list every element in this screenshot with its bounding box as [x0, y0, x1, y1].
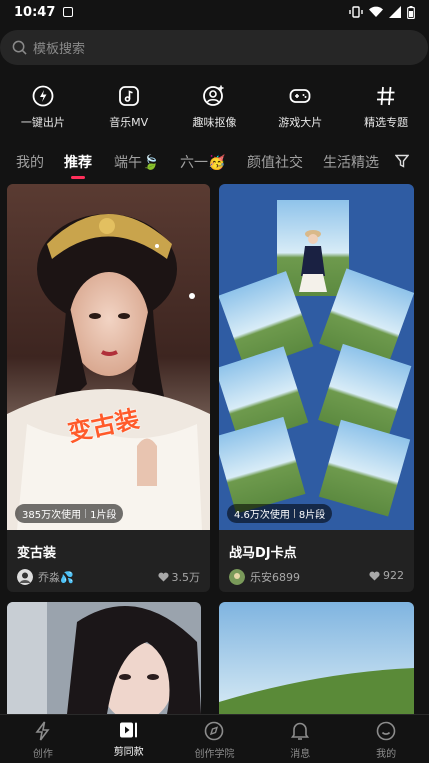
active-tab-indicator — [71, 176, 85, 179]
nav-templates[interactable]: 剪同款 — [86, 715, 172, 763]
compass-icon — [205, 721, 224, 741]
quick-featured-topics[interactable]: 精选专题 — [343, 84, 429, 132]
usage-badge: 4.6万次使用 8片段 — [227, 504, 333, 523]
wifi-icon — [369, 6, 383, 18]
template-thumbnail — [7, 602, 201, 714]
usage-count: 4.6万次使用 — [234, 510, 290, 521]
usage-count: 385万次使用 — [22, 510, 82, 521]
nav-label: 创作 — [32, 749, 53, 760]
battery-icon — [407, 5, 415, 19]
vibrate-icon — [349, 6, 363, 18]
quick-music-mv[interactable]: 音乐MV — [86, 84, 172, 132]
smile-icon — [376, 721, 396, 741]
avatar — [17, 569, 33, 585]
music-note-icon — [118, 86, 139, 106]
nav-create[interactable]: 创作 — [0, 715, 86, 763]
heart-icon — [369, 571, 380, 581]
tab-recommended[interactable]: 推荐 — [64, 152, 92, 172]
lightning-circle-icon — [32, 85, 54, 107]
lightning-icon — [35, 721, 50, 741]
template-thumbnail — [7, 184, 210, 530]
template-card[interactable] — [7, 602, 201, 714]
likes-value: 922 — [383, 569, 404, 582]
person-sparkle-icon — [203, 85, 224, 106]
segment-count: 1片段 — [90, 510, 117, 521]
nav-label: 消息 — [290, 749, 311, 760]
status-bar: 10:47 — [0, 0, 429, 24]
template-card[interactable]: 4.6万次使用 8片段 战马DJ卡点 乐安6899 922 — [219, 184, 414, 592]
quick-game[interactable]: 游戏大片 — [257, 84, 343, 132]
segment-count: 8片段 — [298, 510, 326, 521]
card-title: 战马DJ卡点 — [229, 546, 297, 561]
author[interactable]: 乔淼💦 — [17, 569, 74, 585]
notification-icon — [63, 7, 74, 17]
template-thumbnail — [219, 602, 414, 714]
like-count[interactable]: 3.5万 — [157, 569, 201, 585]
search-icon — [12, 40, 27, 55]
status-time: 10:47 — [14, 4, 56, 20]
tab-childrens-day[interactable]: 六一🥳 — [180, 152, 225, 172]
author-name: 乔淼💦 — [38, 571, 74, 584]
heart-icon — [157, 572, 169, 582]
quick-actions: 一键出片 音乐MV 趣味抠像 游戏大片 精选专题 — [0, 84, 429, 132]
template-card[interactable] — [219, 602, 414, 714]
badge-divider — [85, 509, 87, 518]
badge-divider — [293, 509, 295, 518]
usage-badge: 385万次使用 1片段 — [15, 504, 124, 523]
signal-icon — [389, 6, 401, 18]
search-placeholder: 模板搜索 — [33, 42, 86, 57]
nav-messages[interactable]: 消息 — [257, 715, 343, 763]
template-card[interactable]: 变古装 385万次使用 1片段 变古装 乔淼💦 3.5万 — [7, 184, 210, 592]
gamepad-icon — [289, 89, 311, 103]
author-name: 乐安6899 — [250, 571, 300, 584]
quick-one-click[interactable]: 一键出片 — [0, 84, 86, 132]
search-input[interactable]: 模板搜索 — [0, 30, 428, 65]
quick-label: 精选专题 — [364, 116, 409, 129]
template-thumbnail — [219, 184, 414, 530]
nav-label: 我的 — [376, 749, 397, 760]
like-count[interactable]: 922 — [369, 569, 404, 582]
tab-beauty-social[interactable]: 颜值社交 — [247, 152, 303, 172]
nav-academy[interactable]: 创作学院 — [172, 715, 258, 763]
author[interactable]: 乐安6899 — [229, 569, 300, 585]
card-title: 变古装 — [17, 546, 57, 561]
quick-label: 一键出片 — [20, 116, 65, 129]
category-tabs: 我的 推荐 端午🍃 六一🥳 颜值社交 生活精选 — [0, 150, 429, 179]
tab-mine[interactable]: 我的 — [16, 152, 44, 172]
quick-fun-cutout[interactable]: 趣味抠像 — [172, 84, 258, 132]
nav-me[interactable]: 我的 — [343, 715, 429, 763]
template-grid: 变古装 385万次使用 1片段 变古装 乔淼💦 3.5万 4.6万次使用 8片段… — [0, 184, 429, 714]
nav-label: 创作学院 — [194, 749, 235, 760]
nav-label: 剪同款 — [113, 747, 144, 758]
tab-life-picks[interactable]: 生活精选 — [323, 152, 379, 172]
filter-icon[interactable] — [395, 154, 409, 168]
avatar — [229, 569, 245, 585]
quick-label: 游戏大片 — [278, 116, 323, 129]
quick-label: 音乐MV — [109, 116, 149, 129]
bottom-nav: 创作 剪同款 创作学院 消息 我的 — [0, 714, 429, 763]
bell-icon — [291, 722, 310, 740]
tab-dragon-boat[interactable]: 端午🍃 — [114, 152, 159, 172]
template-play-icon — [119, 722, 137, 738]
likes-value: 3.5万 — [171, 571, 201, 584]
quick-label: 趣味抠像 — [192, 116, 237, 129]
hashtag-icon — [377, 86, 395, 106]
